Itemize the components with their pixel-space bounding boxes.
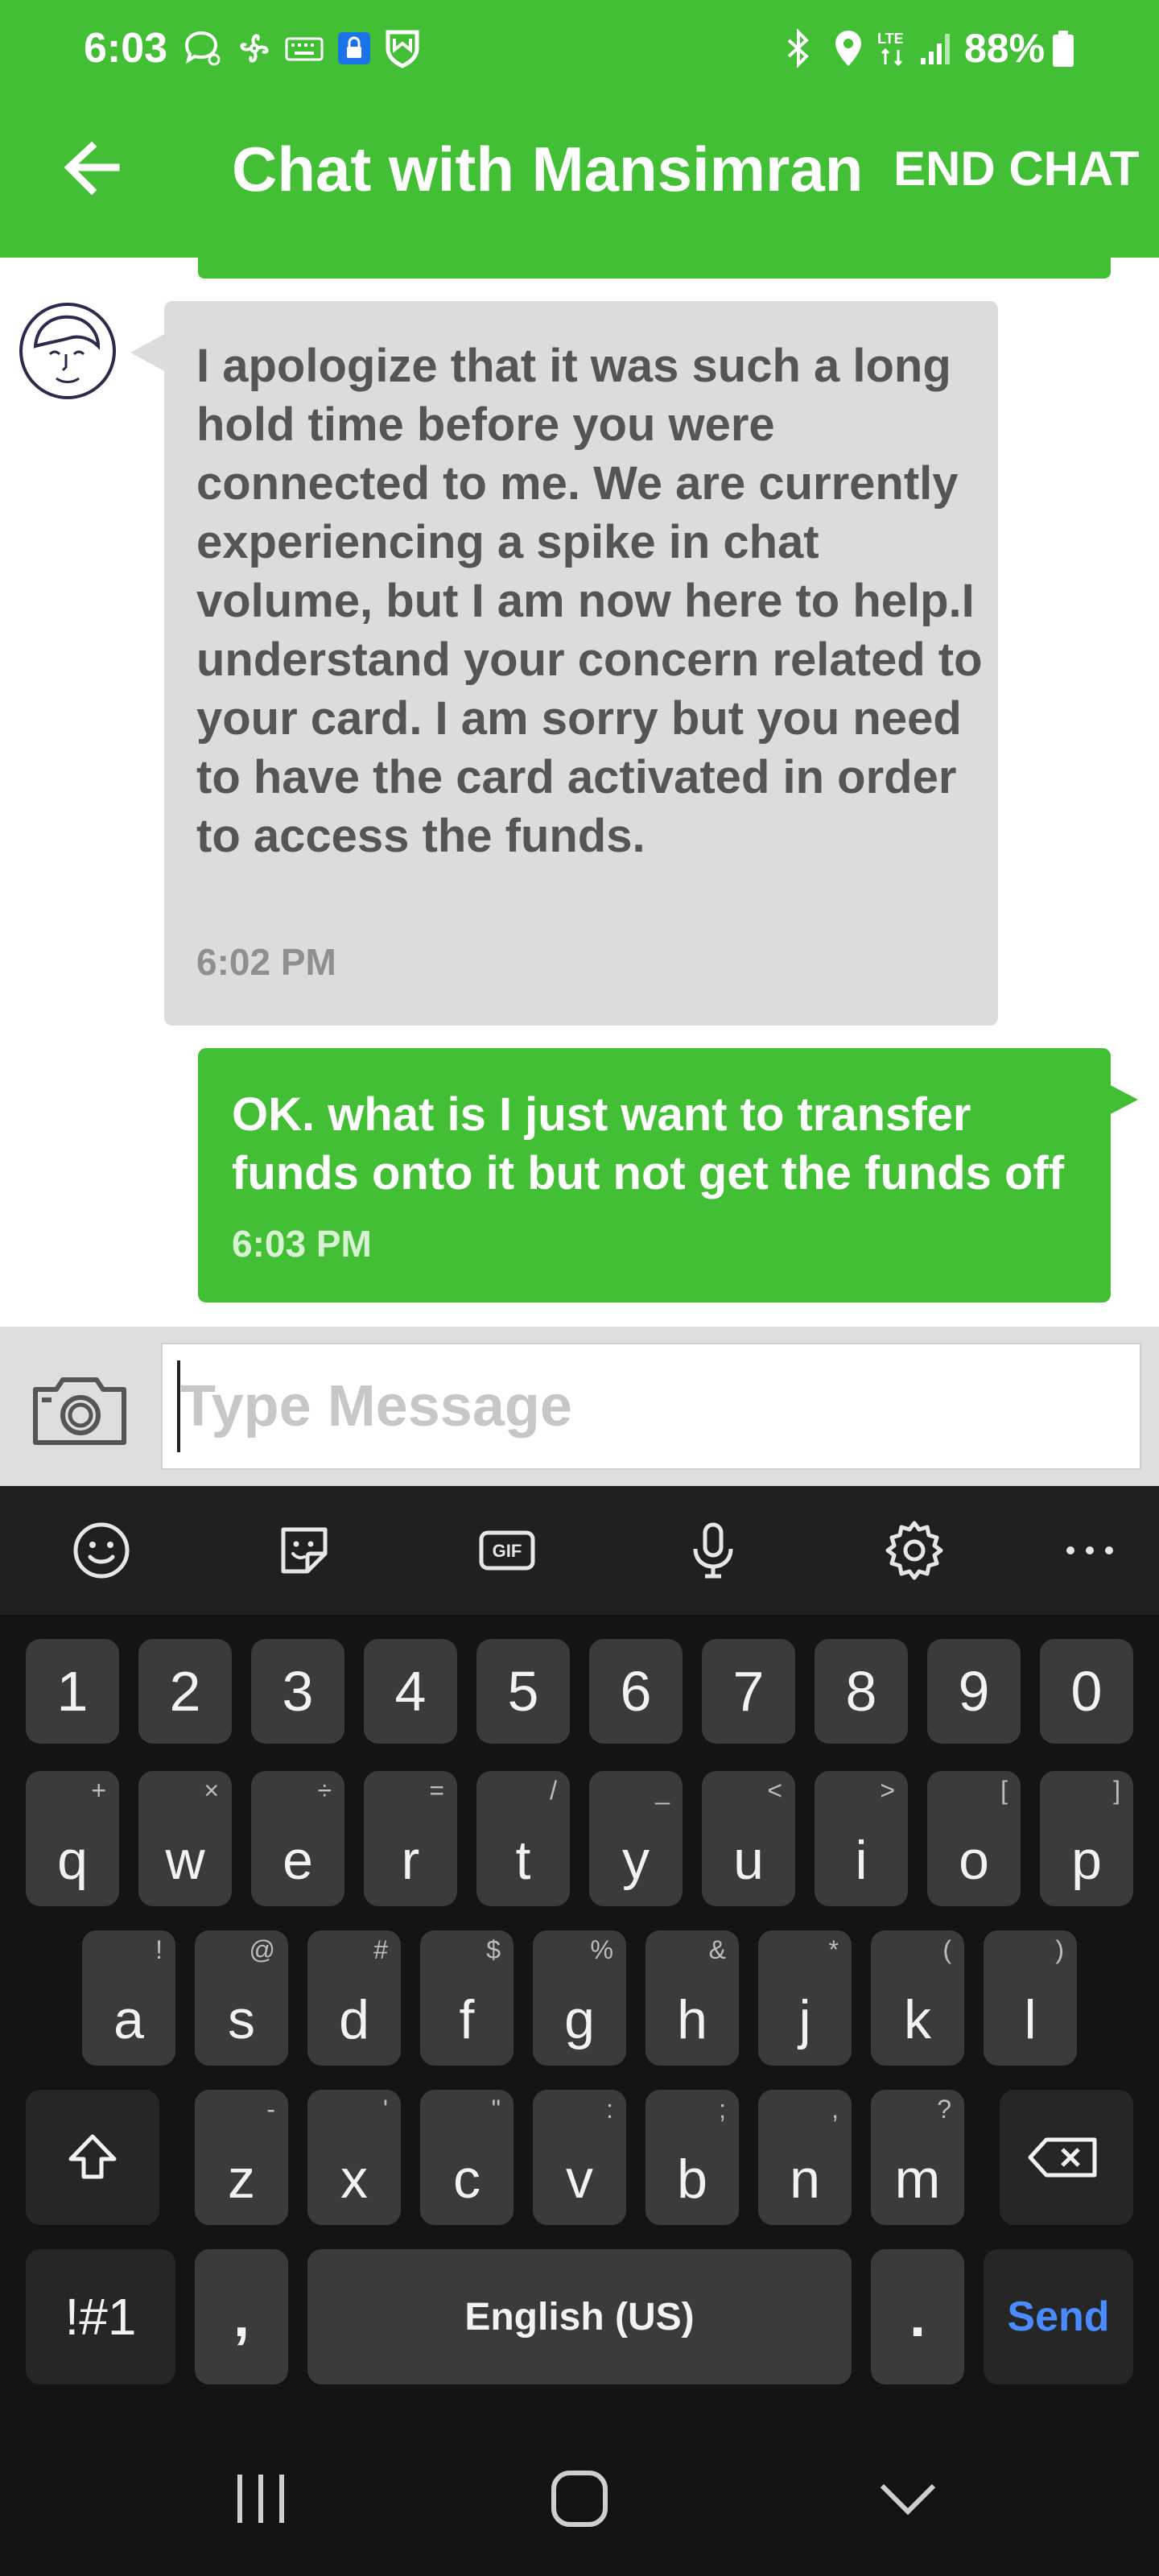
- key-5[interactable]: 5: [476, 1639, 570, 1744]
- settings-icon[interactable]: [882, 1518, 947, 1583]
- battery-icon: [1053, 31, 1074, 67]
- key-d[interactable]: # d: [307, 1930, 401, 2066]
- user-bubble-tail: [1101, 1080, 1138, 1119]
- keyboard-toolbar: [0, 1486, 1159, 1615]
- status-time: 6:03: [84, 25, 168, 72]
- bluetooth-icon: [787, 28, 809, 68]
- key-c[interactable]: " c: [420, 2090, 514, 2225]
- agent-avatar: [19, 303, 116, 399]
- space-key[interactable]: English (US): [307, 2249, 852, 2384]
- keyboard-icon: [285, 37, 324, 61]
- period-key[interactable]: .: [871, 2249, 964, 2384]
- back-arrow-button[interactable]: [48, 129, 137, 217]
- previous-message-bubble: [198, 250, 1111, 279]
- key-l[interactable]: ) l: [984, 1930, 1077, 2066]
- lock-icon: [338, 32, 370, 64]
- key-a[interactable]: ! a: [82, 1930, 175, 2066]
- key-g[interactable]: % g: [533, 1930, 626, 2066]
- backspace-key[interactable]: [1000, 2090, 1133, 2225]
- end-chat-button[interactable]: END CHAT: [893, 133, 1140, 205]
- symbols-key[interactable]: !#1: [26, 2249, 175, 2384]
- key-z[interactable]: -z: [195, 2090, 288, 2225]
- pinwheel-icon: [240, 34, 269, 63]
- key-r[interactable]: = r: [364, 1771, 457, 1906]
- key-o[interactable]: [o: [927, 1771, 1021, 1906]
- key-7[interactable]: 7: [702, 1639, 795, 1744]
- key-p[interactable]: ] p: [1040, 1771, 1133, 1906]
- key-h[interactable]: & h: [645, 1930, 739, 2066]
- microphone-icon[interactable]: [681, 1518, 745, 1583]
- key-k[interactable]: (k: [871, 1930, 964, 2066]
- user-message-time: 6:03 PM: [232, 1223, 372, 1265]
- key-n[interactable]: ,n: [758, 2090, 852, 2225]
- key-q[interactable]: + q: [26, 1771, 119, 1906]
- key-w[interactable]: × w: [138, 1771, 232, 1906]
- key-j[interactable]: * j: [758, 1930, 852, 2066]
- signal-icon: [921, 34, 950, 64]
- text-cursor: [177, 1360, 180, 1452]
- key-6[interactable]: 6: [589, 1639, 683, 1744]
- key-2[interactable]: 2: [138, 1639, 232, 1744]
- key-s[interactable]: @ s: [195, 1930, 288, 2066]
- emoji-icon[interactable]: [69, 1518, 134, 1583]
- key-8[interactable]: 8: [815, 1639, 908, 1744]
- key-1[interactable]: 1: [26, 1639, 119, 1744]
- key-v[interactable]: :v: [533, 2090, 626, 2225]
- more-icon[interactable]: [1058, 1518, 1122, 1583]
- send-key[interactable]: Send: [984, 2249, 1133, 2384]
- back-chevron-icon[interactable]: [876, 2467, 940, 2531]
- key-x[interactable]: ' x: [307, 2090, 401, 2225]
- lte-icon: LTE: [877, 31, 904, 67]
- recent-apps-icon[interactable]: [229, 2467, 293, 2531]
- key-f[interactable]: $ f: [420, 1930, 514, 2066]
- chat-bubble-icon: [184, 31, 221, 66]
- camera-icon[interactable]: [29, 1368, 130, 1449]
- shift-icon: [68, 2134, 117, 2179]
- location-icon: [835, 31, 861, 66]
- key-9[interactable]: 9: [927, 1639, 1021, 1744]
- key-t[interactable]: / t: [476, 1771, 570, 1906]
- key-b[interactable]: ; b: [645, 2090, 739, 2225]
- key-i[interactable]: > i: [815, 1771, 908, 1906]
- key-e[interactable]: ÷ e: [251, 1771, 344, 1906]
- shift-key[interactable]: [26, 2090, 159, 2225]
- page-title: Chat with Mansimran: [232, 134, 864, 204]
- sticker-icon[interactable]: [272, 1518, 336, 1583]
- gif-icon[interactable]: GIF: [475, 1518, 539, 1583]
- key-y[interactable]: _ y: [589, 1771, 683, 1906]
- key-0[interactable]: 0: [1040, 1639, 1133, 1744]
- shield-icon: [386, 30, 419, 68]
- battery-percent: 88%: [964, 26, 1046, 71]
- agent-bubble-tail: [130, 333, 166, 372]
- key-u[interactable]: < u: [702, 1771, 795, 1906]
- svg-text:GIF: GIF: [493, 1541, 522, 1561]
- key-3[interactable]: 3: [251, 1639, 344, 1744]
- svg-text:LTE: LTE: [877, 31, 904, 47]
- key-m[interactable]: ? m: [871, 2090, 964, 2225]
- message-input[interactable]: [161, 1343, 1141, 1470]
- backspace-icon: [1028, 2137, 1097, 2178]
- agent-message-time: 6:02 PM: [196, 941, 336, 983]
- user-message-text: OK. what is I just want to transfer fund…: [232, 1088, 1065, 1199]
- agent-message-text: I apologize that it was such a long hold…: [196, 340, 983, 862]
- home-icon[interactable]: [547, 2467, 612, 2531]
- key-4[interactable]: 4: [364, 1639, 457, 1744]
- comma-key[interactable]: ,: [195, 2249, 288, 2384]
